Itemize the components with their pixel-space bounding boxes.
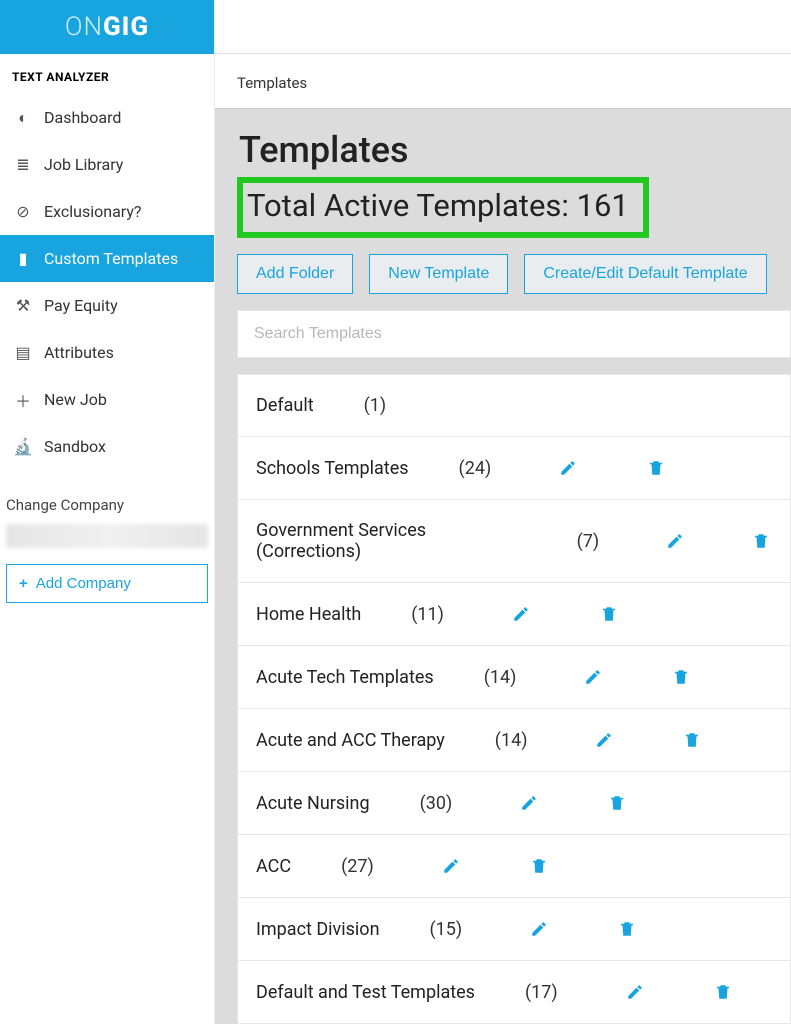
plus-icon: ＋ — [14, 391, 32, 409]
sidebar-item-label: Exclusionary? — [44, 202, 141, 221]
main: Templates Templates Total Active Templat… — [215, 0, 791, 1024]
action-button-row: Add Folder New Template Create/Edit Defa… — [237, 254, 791, 294]
brand-part1: ON — [65, 12, 103, 42]
folder-name: Default and Test Templates — [256, 982, 475, 1003]
brand-logo: ONGIG — [65, 12, 149, 42]
folder-count: (17) — [525, 982, 558, 1003]
sidebar-item-label: Pay Equity — [44, 296, 118, 315]
trash-icon[interactable] — [751, 530, 772, 552]
folder-name: Home Health — [256, 604, 361, 625]
search-wrap — [237, 310, 791, 358]
add-folder-button[interactable]: Add Folder — [237, 254, 353, 294]
edit-icon[interactable] — [440, 855, 462, 877]
default-template-button[interactable]: Create/Edit Default Template — [524, 254, 766, 294]
folder-row[interactable]: Acute Nursing (30) — [237, 771, 791, 835]
sidebar: ONGIG TEXT ANALYZER ◐ Dashboard ≣ Job Libra… — [0, 0, 215, 1024]
folder-count: (11) — [411, 604, 444, 625]
sidebar-item-exclusionary-[interactable]: ⊘ Exclusionary? — [0, 188, 214, 235]
sliders-icon: ▤ — [14, 344, 32, 362]
folder-count: (14) — [495, 730, 528, 751]
folder-count: (27) — [341, 856, 374, 877]
change-company-label[interactable]: Change Company — [0, 484, 214, 520]
new-template-button[interactable]: New Template — [369, 254, 508, 294]
current-company-redacted[interactable] — [6, 524, 208, 548]
folder-name: Acute Tech Templates — [256, 667, 434, 688]
add-company-button[interactable]: + Add Company — [6, 564, 208, 603]
breadcrumb: Templates — [215, 54, 791, 108]
search-input[interactable] — [237, 310, 791, 358]
sidebar-nav: ◐ Dashboard ≣ Job Library ⊘ Exclusionary? ▮ Cus… — [0, 94, 214, 470]
sidebar-item-dashboard[interactable]: ◐ Dashboard — [0, 94, 214, 141]
folder-name: Acute and ACC Therapy — [256, 730, 445, 751]
folder-row[interactable]: ACC (27) — [237, 834, 791, 898]
folder-count: (15) — [430, 919, 463, 940]
trash-icon[interactable] — [681, 729, 703, 751]
sidebar-item-attributes[interactable]: ▤ Attributes — [0, 329, 214, 376]
sidebar-item-label: Dashboard — [44, 108, 121, 127]
sidebar-item-label: Custom Templates — [44, 249, 178, 268]
list-icon: ≣ — [14, 156, 32, 174]
sidebar-item-job-library[interactable]: ≣ Job Library — [0, 141, 214, 188]
edit-icon[interactable] — [664, 530, 685, 552]
add-company-label: Add Company — [36, 575, 131, 592]
trash-icon[interactable] — [670, 666, 692, 688]
trash-icon[interactable] — [645, 457, 667, 479]
content: Templates Total Active Templates: 161 Ad… — [215, 108, 791, 1024]
folder-name: Default — [256, 395, 314, 416]
trash-icon[interactable] — [616, 918, 638, 940]
trash-icon[interactable] — [606, 792, 628, 814]
folder-count: (24) — [459, 458, 492, 479]
folder-count: (1) — [364, 395, 387, 416]
folder-name: Schools Templates — [256, 458, 409, 479]
folder-row[interactable]: Government Services (Corrections) (7) — [237, 499, 791, 583]
folder-name: Government Services (Corrections) — [256, 520, 527, 562]
folder-row[interactable]: Impact Division (15) — [237, 897, 791, 961]
sidebar-section-label: TEXT ANALYZER — [0, 54, 214, 94]
folder-name: ACC — [256, 856, 291, 877]
folder-count: (14) — [484, 667, 517, 688]
page-title: Templates — [239, 129, 791, 171]
folder-list: Default (1) Schools Templates (24) Governmen… — [237, 374, 791, 1024]
sidebar-item-label: Sandbox — [44, 437, 106, 456]
folder-row[interactable]: Default and Test Templates (17) — [237, 960, 791, 1024]
sidebar-item-label: New Job — [44, 390, 107, 409]
microscope-icon: 🔬 — [14, 438, 32, 456]
edit-icon[interactable] — [582, 666, 604, 688]
folder-row[interactable]: Acute Tech Templates (14) — [237, 645, 791, 709]
sidebar-item-new-job[interactable]: ＋ New Job — [0, 376, 214, 423]
topbar — [215, 0, 791, 54]
folder-row[interactable]: Schools Templates (24) — [237, 436, 791, 500]
folder-name: Acute Nursing — [256, 793, 370, 814]
active-templates-highlight: Total Active Templates: 161 — [237, 177, 649, 238]
folder-row[interactable]: Acute and ACC Therapy (14) — [237, 708, 791, 772]
edit-icon[interactable] — [528, 918, 550, 940]
trash-icon[interactable] — [528, 855, 550, 877]
sidebar-item-pay-equity[interactable]: ⚒ Pay Equity — [0, 282, 214, 329]
trash-icon[interactable] — [712, 981, 734, 1003]
folder-count: (30) — [420, 793, 453, 814]
file-icon: ▮ — [14, 250, 32, 268]
edit-icon[interactable] — [624, 981, 646, 1003]
edit-icon[interactable] — [593, 729, 615, 751]
sidebar-item-label: Attributes — [44, 343, 114, 362]
folder-row[interactable]: Home Health (11) — [237, 582, 791, 646]
plus-icon: + — [19, 575, 28, 592]
sidebar-item-custom-templates[interactable]: ▮ Custom Templates — [0, 235, 214, 282]
sidebar-item-sandbox[interactable]: 🔬 Sandbox — [0, 423, 214, 470]
trash-icon[interactable] — [598, 603, 620, 625]
folder-row[interactable]: Default (1) — [237, 374, 791, 437]
brand-part2: GIG — [103, 12, 149, 42]
edit-icon[interactable] — [510, 603, 532, 625]
edit-icon[interactable] — [518, 792, 540, 814]
active-templates-count: Total Active Templates: 161 — [247, 187, 629, 224]
gauge-icon: ◐ — [14, 109, 32, 127]
ban-icon: ⊘ — [14, 203, 32, 221]
sidebar-item-label: Job Library — [44, 155, 123, 174]
folder-name: Impact Division — [256, 919, 380, 940]
gavel-icon: ⚒ — [14, 297, 32, 315]
logo-bar: ONGIG — [0, 0, 214, 54]
folder-count: (7) — [577, 531, 600, 552]
edit-icon[interactable] — [557, 457, 579, 479]
